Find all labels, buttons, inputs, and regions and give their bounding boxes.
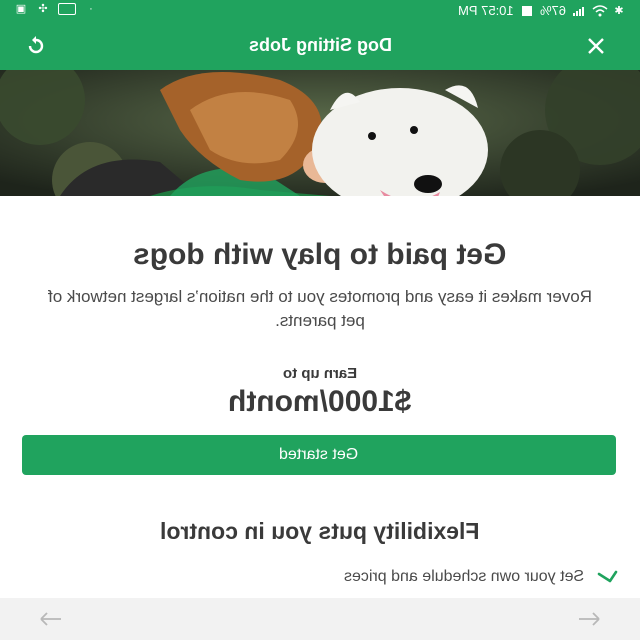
- bluetooth-icon: ✱: [614, 4, 624, 17]
- fan-icon: ✣: [38, 3, 48, 15]
- arrow-left-icon: [40, 612, 61, 626]
- battery-percent: 67%: [539, 3, 566, 18]
- close-button[interactable]: [580, 30, 612, 62]
- toolbar-title: Dog Sitting Jobs: [0, 35, 640, 56]
- section-title-text: Flexibility puts you in control: [160, 518, 480, 544]
- forward-button[interactable]: [36, 606, 66, 632]
- back-button[interactable]: [574, 606, 604, 632]
- earn-label-text: Earn up to: [282, 365, 358, 382]
- more-dots-icon: ·: [89, 3, 93, 15]
- signal-icon: [572, 5, 586, 17]
- earn-amount-text: $1000/month: [228, 385, 412, 418]
- get-started-label: Get started: [279, 446, 359, 463]
- close-icon: [588, 38, 604, 54]
- wifi-icon: [592, 4, 608, 17]
- page-headline: Get paid to play with dogs: [0, 238, 640, 272]
- earn-amount: $1000/month: [0, 385, 640, 419]
- bottom-navigation: [0, 598, 640, 640]
- feature-item: Set your own schedule and prices: [344, 568, 618, 586]
- app-toolbar: Dog Sitting Jobs: [0, 22, 640, 70]
- page-description: Rover makes it easy and promotes you to …: [40, 285, 600, 333]
- headline-text: Get paid to play with dogs: [133, 238, 507, 271]
- check-icon: [597, 570, 618, 583]
- battery-icon: [520, 5, 534, 17]
- hero-illustration: [0, 70, 640, 196]
- get-started-button[interactable]: Get started: [22, 435, 616, 475]
- description-text: Rover makes it easy and promotes you to …: [48, 287, 592, 330]
- hero-image: [0, 70, 640, 196]
- status-bar: 10:57 PM 67% ✱ ▣ ✣ ·: [0, 0, 640, 22]
- earn-label: Earn up to: [0, 365, 640, 382]
- arrow-right-icon: [579, 612, 600, 626]
- section-title: Flexibility puts you in control: [0, 518, 640, 545]
- gallery-icon: [58, 3, 76, 15]
- status-left: 10:57 PM 67% ✱: [458, 3, 626, 18]
- notification-icon: ▣: [15, 3, 27, 15]
- status-time: 10:57 PM: [458, 3, 514, 18]
- feature-label: Set your own schedule and prices: [343, 568, 584, 585]
- status-right: ▣ ✣ ·: [14, 3, 98, 15]
- toolbar-title-text: Dog Sitting Jobs: [248, 35, 392, 55]
